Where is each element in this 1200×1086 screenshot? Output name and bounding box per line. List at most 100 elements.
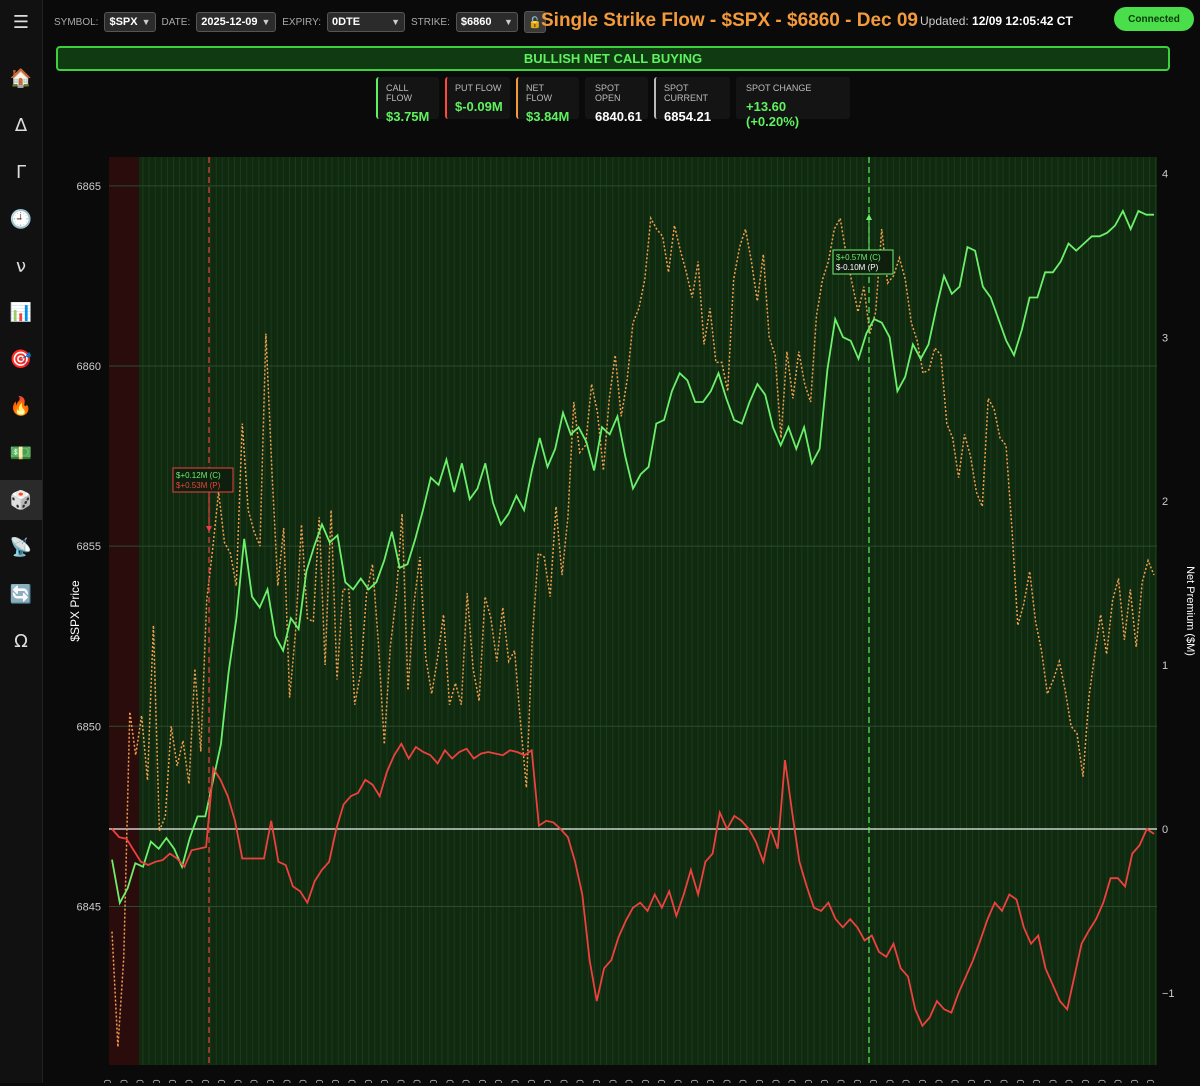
dice-icon: 🎲: [9, 489, 33, 511]
metric-label: SPOT CHANGE: [746, 83, 812, 93]
x-tick-label: 0: [543, 1079, 554, 1083]
x-tick-label: 0: [250, 1079, 261, 1083]
symbol-select[interactable]: $SPX ▼: [104, 12, 156, 32]
strike-label: STRIKE:: [410, 16, 450, 28]
annotation-put-text: $+0.53M (P): [176, 481, 221, 490]
annotation-call-text: $+0.57M (C): [836, 253, 881, 262]
sidebar-item-bar-chart[interactable]: 📊: [0, 292, 42, 332]
symbol-value: $SPX: [109, 16, 138, 28]
y-left-tick-label: 6860: [77, 361, 101, 373]
y-right-tick-label: 0: [1162, 824, 1168, 836]
date-value: 2025-12-09: [201, 16, 258, 28]
updated-timestamp: Updated: 12/09 12:05:42 CT: [920, 14, 1073, 28]
updated-label: Updated:: [920, 14, 969, 28]
x-tick-label: 0: [983, 1079, 994, 1083]
chevron-down-icon: ▼: [503, 17, 513, 27]
x-tick-label: 0: [576, 1079, 587, 1083]
x-tick-label: 0: [559, 1079, 570, 1083]
x-tick-label: 0: [918, 1079, 929, 1083]
x-tick-label: 0: [1081, 1079, 1092, 1083]
x-tick-label: 0: [951, 1079, 962, 1083]
x-tick-label: 0: [1065, 1079, 1076, 1083]
vega-icon: ν: [15, 255, 27, 277]
x-tick-label: 0: [266, 1079, 277, 1083]
refresh-icon: 🔄: [9, 583, 33, 605]
metric-spot-current: SPOT CURRENT 6854.21: [654, 77, 730, 124]
sidebar-item-dice[interactable]: 🎲: [0, 480, 42, 520]
sidebar-item-home[interactable]: 🏠: [0, 58, 42, 98]
x-tick-label: 0: [1097, 1079, 1108, 1083]
sidebar-item-vega[interactable]: ν: [0, 246, 42, 286]
x-tick-label: 0: [885, 1079, 896, 1083]
x-tick-label: 0: [494, 1079, 505, 1083]
sidebar-item-gamma[interactable]: Γ: [0, 152, 42, 192]
x-tick-label: 0: [315, 1079, 326, 1083]
flow-chart[interactable]: 6845 6850 6855 6860 6865 −1 0 1 2 3 4 $SPX Price Net…: [42, 122, 1200, 1085]
y-left-tick-label: 6845: [77, 901, 101, 913]
x-tick-label: 0: [348, 1079, 359, 1083]
x-tick-label: 0: [788, 1079, 799, 1083]
x-tick-label: 0: [804, 1079, 815, 1083]
expiry-select[interactable]: 0DTE ▼: [326, 12, 405, 32]
x-tick-label: 0: [478, 1079, 489, 1083]
y-right-tick-label: 1: [1162, 660, 1168, 672]
bullish-region: [139, 157, 1157, 1065]
strike-select[interactable]: $6860 ▼: [455, 12, 518, 32]
x-tick-label: 0: [168, 1079, 179, 1083]
sidebar-item-refresh[interactable]: 🔄: [0, 574, 42, 614]
x-tick-label: 0: [103, 1079, 114, 1083]
x-tick-label: 0: [413, 1079, 424, 1083]
expiry-label: EXPIRY:: [282, 16, 321, 28]
metric-spot-change: SPOT CHANGE +13.60 (+0.20%): [736, 77, 850, 129]
x-tick-label: 0: [1146, 1079, 1157, 1083]
menu-icon[interactable]: ☰: [0, 2, 42, 42]
x-tick-label: 0: [608, 1079, 619, 1083]
sidebar-item-money[interactable]: 💵: [0, 433, 42, 473]
sidebar-item-clock[interactable]: 🕘: [0, 199, 42, 239]
y-left-tick-label: 6850: [77, 721, 101, 733]
y-right-tick-label: 2: [1162, 496, 1168, 508]
sidebar-item-omega[interactable]: Ω: [0, 621, 42, 661]
updated-value: 12/09 12:05:42 CT: [972, 14, 1073, 28]
chevron-down-icon: ▼: [141, 17, 151, 27]
delta-icon: Δ: [14, 114, 28, 136]
metric-label: CALL FLOW: [386, 83, 412, 103]
x-tick-label: 0: [331, 1079, 342, 1083]
sidebar-item-delta[interactable]: Δ: [0, 105, 42, 145]
metric-value: $-0.09M: [455, 99, 503, 114]
x-tick-label: 0: [1016, 1079, 1027, 1083]
money-icon: 💵: [9, 442, 33, 464]
x-tick-label: 0: [674, 1079, 685, 1083]
x-tick-label: 0: [837, 1079, 848, 1083]
target-icon: 🎯: [9, 348, 33, 370]
y-left-axis-label: $SPX Price: [68, 580, 82, 642]
page-title: Single Strike Flow - $SPX - $6860 - Dec …: [541, 10, 918, 31]
home-icon: 🏠: [9, 67, 33, 89]
x-tick-label: 0: [527, 1079, 538, 1083]
x-tick-label: 0: [771, 1079, 782, 1083]
x-tick-label: 0: [934, 1079, 945, 1083]
x-tick-label: 0: [152, 1079, 163, 1083]
sidebar-item-fire[interactable]: 🔥: [0, 386, 42, 426]
signal-banner: BULLISH NET CALL BUYING: [56, 46, 1170, 71]
date-select[interactable]: 2025-12-09 ▼: [196, 12, 277, 32]
sidebar-item-satellite[interactable]: 📡: [0, 527, 42, 567]
metric-label: NET FLOW: [526, 83, 552, 103]
x-tick-label: 0: [820, 1079, 831, 1083]
x-tick-label: 0: [722, 1079, 733, 1083]
x-tick-label: 0: [967, 1079, 978, 1083]
x-tick-label: 0: [706, 1079, 717, 1083]
x-tick-label: 0: [136, 1079, 147, 1083]
x-tick-label: 0: [755, 1079, 766, 1083]
connection-status-badge: Connected: [1114, 7, 1194, 31]
date-label: DATE:: [161, 16, 191, 28]
sidebar: ☰ 🏠 Δ Γ 🕘 ν 📊 🎯 🔥 💵 🎲 📡 🔄 Ω: [0, 0, 43, 1083]
y-right-tick-label: 4: [1162, 168, 1168, 180]
flow-chart-svg: 6845 6850 6855 6860 6865 −1 0 1 2 3 4 $SPX Price Net…: [68, 157, 1196, 1085]
x-tick-label: 0: [282, 1079, 293, 1083]
satellite-icon: 📡: [9, 536, 33, 558]
y-right-tick-label: 3: [1162, 332, 1168, 344]
sidebar-item-target[interactable]: 🎯: [0, 339, 42, 379]
annotation-call-text: $+0.12M (C): [176, 471, 221, 480]
x-tick-label: 0: [1048, 1079, 1059, 1083]
